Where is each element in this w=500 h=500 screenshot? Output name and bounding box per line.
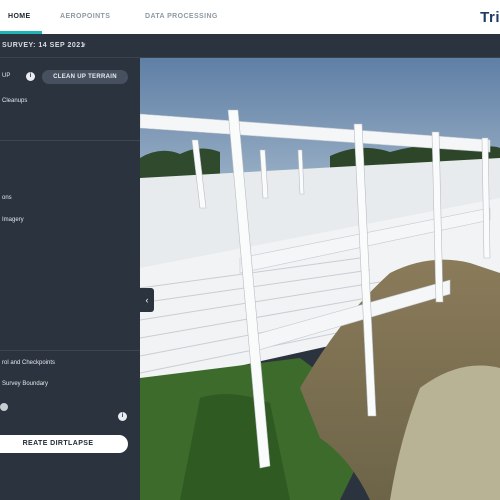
create-dirtlapse-button[interactable]: REATE DIRTLAPSE xyxy=(0,435,128,453)
toggle-switch[interactable] xyxy=(0,403,8,411)
top-nav: HOME AEROPOINTS DATA PROCESSING Tri xyxy=(0,0,500,34)
tab-aeropoints[interactable]: AEROPOINTS xyxy=(60,13,110,20)
3d-viewport[interactable] xyxy=(140,58,500,500)
divider xyxy=(0,140,140,141)
info-icon[interactable]: i xyxy=(26,72,35,81)
sidebar-item-cleanups[interactable]: Cleanups xyxy=(2,98,27,104)
sidebar-header: UP xyxy=(2,73,11,79)
terrain-scene xyxy=(140,58,500,500)
tab-data-processing[interactable]: DATA PROCESSING xyxy=(145,13,218,20)
sidebar: UP i CLEAN UP TERRAIN Cleanups ons Image… xyxy=(0,58,140,500)
info-icon[interactable]: i xyxy=(118,412,127,421)
sidebar-item-control-checkpoints[interactable]: rol and Checkpoints xyxy=(2,360,55,366)
sidebar-item-survey-boundary[interactable]: Survey Boundary xyxy=(2,381,48,387)
brand-logo: Tri xyxy=(480,9,500,26)
clean-up-terrain-button[interactable]: CLEAN UP TERRAIN xyxy=(42,70,128,84)
sidebar-item-detections[interactable]: ons xyxy=(2,195,12,201)
survey-bar: SURVEY: 14 SEP 2021 ▾ xyxy=(0,34,500,58)
sidebar-item-imagery[interactable]: Imagery xyxy=(2,217,24,223)
chevron-down-icon[interactable]: ▾ xyxy=(82,41,86,49)
divider xyxy=(0,350,140,351)
survey-selector[interactable]: SURVEY: 14 SEP 2021 xyxy=(2,42,85,49)
tab-home[interactable]: HOME xyxy=(8,13,31,20)
collapse-sidebar-button[interactable]: ‹ xyxy=(140,288,154,312)
